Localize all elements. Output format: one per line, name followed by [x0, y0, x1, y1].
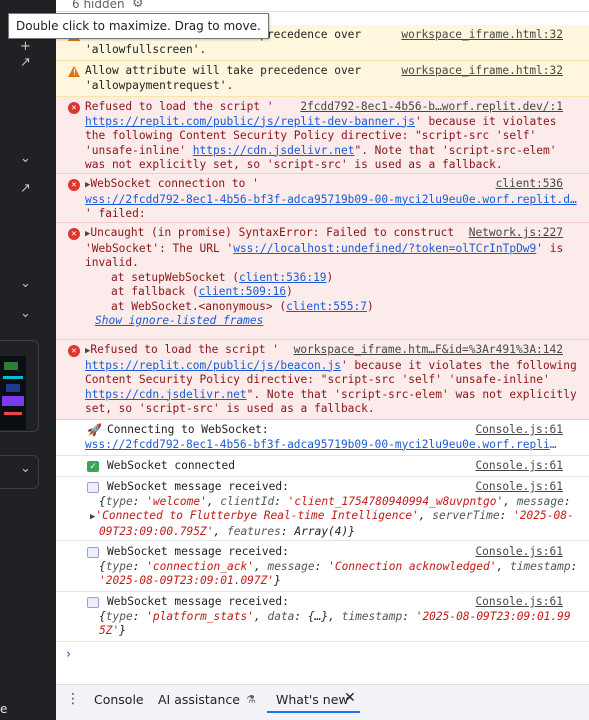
- source-link[interactable]: Console.js:61: [475, 480, 563, 495]
- source-link[interactable]: Console.js:61: [475, 595, 563, 610]
- stack-link[interactable]: client:509:16: [199, 285, 287, 298]
- hidden-count[interactable]: 6 hidden: [72, 0, 125, 11]
- stack-link[interactable]: client:536:19: [239, 271, 327, 284]
- console-log: WebSocket message received: {type: 'plat…: [56, 592, 589, 642]
- drawer-tabbar: ⋮ Console AI assistance ⚗ What's new ✕: [56, 684, 589, 720]
- console-prompt-chevron-icon[interactable]: ›: [66, 647, 71, 662]
- cdn-link[interactable]: https://cdn.jsdelivr.net: [85, 388, 247, 401]
- chevron-down-icon[interactable]: ⌄: [20, 277, 31, 291]
- console-log: 🚀 Connecting to WebSocket: wss://2fcdd79…: [56, 420, 589, 456]
- object-preview[interactable]: {type: 'connection_ack', message: 'Conne…: [85, 560, 589, 589]
- external-link-icon[interactable]: ↗: [20, 182, 31, 196]
- websocket-url: wss://2fcdd792-8ec1-4b56-bf3f-adca95719b…: [85, 437, 559, 451]
- tooltip: Double click to maximize. Drag to move.: [8, 13, 269, 39]
- envelope-icon: [87, 597, 99, 608]
- left-sidebar: + ↗ ⌄ ↗ ⌄ ⌄ ⌄ e: [0, 0, 56, 720]
- source-link[interactable]: Console.js:61: [475, 459, 563, 474]
- console-log: ✓ WebSocket connected Console.js:61: [56, 456, 589, 477]
- source-link[interactable]: 2fcdd792-8ec1-4b56-b…worf.replit.dev/:1: [300, 100, 563, 115]
- error-icon: ✕: [68, 345, 80, 357]
- console-error: ✕ ▶Refused to load the script ' https://…: [56, 340, 589, 420]
- script-url-link[interactable]: https://replit.com/public/js/replit-dev-…: [85, 115, 415, 128]
- more-options-icon[interactable]: ⋮: [66, 691, 80, 707]
- tab-ai-assistance[interactable]: AI assistance: [158, 692, 240, 707]
- console-log: WebSocket message received: {type: 'conn…: [56, 542, 589, 592]
- active-tab-indicator: [267, 711, 360, 713]
- console-panel: 6 hidden ⚙ ! Allow attribute will take p…: [56, 0, 589, 720]
- error-icon: ✕: [68, 179, 80, 191]
- console-error: ✕ Refused to load the script ' https://r…: [56, 97, 589, 174]
- warning-icon: !: [68, 66, 80, 77]
- websocket-url-link[interactable]: wss://2fcdd792-8ec1-4b56-bf3f-adca95719b…: [85, 193, 577, 206]
- object-preview[interactable]: {type: 'platform_stats', data: {…}, time…: [85, 610, 589, 639]
- close-tab-icon[interactable]: ✕: [344, 690, 356, 706]
- source-link[interactable]: workspace_iframe.html:32: [401, 64, 563, 79]
- chevron-down-icon[interactable]: ⌄: [20, 462, 31, 476]
- source-link[interactable]: Console.js:61: [475, 423, 563, 438]
- source-link[interactable]: Console.js:61: [475, 545, 563, 560]
- error-icon: ✕: [68, 102, 80, 114]
- source-link[interactable]: client:536: [496, 177, 563, 192]
- tab-console[interactable]: Console: [94, 692, 144, 707]
- chevron-down-icon[interactable]: ⌄: [20, 152, 31, 166]
- source-link[interactable]: workspace_iframe.htm…F&id=%3Ar491%3A:142: [294, 343, 563, 358]
- flask-icon: ⚗: [246, 693, 256, 706]
- plus-icon[interactable]: +: [20, 40, 31, 54]
- error-icon: ✕: [68, 228, 80, 240]
- stack-link[interactable]: client:555:7: [286, 300, 367, 313]
- envelope-icon: [87, 547, 99, 558]
- rocket-icon: 🚀: [87, 423, 102, 437]
- console-log: WebSocket message received: {type: 'welc…: [56, 477, 589, 541]
- tab-whats-new[interactable]: What's new: [276, 692, 349, 707]
- chevron-down-icon[interactable]: ⌄: [20, 307, 31, 321]
- collapse-arrow-icon[interactable]: ↗: [20, 56, 31, 70]
- object-preview[interactable]: {type: 'welcome', clientId: 'client_1754…: [85, 495, 589, 540]
- cdn-link[interactable]: https://cdn.jsdelivr.net: [193, 144, 355, 157]
- check-icon: ✓: [87, 461, 99, 472]
- script-url-link[interactable]: https://replit.com/public/js/beacon.js: [85, 359, 341, 372]
- source-link[interactable]: workspace_iframe.html:32: [401, 28, 563, 43]
- console-toolbar: 6 hidden ⚙: [56, 0, 589, 12]
- console-error: ✕ ▶WebSocket connection to ' wss://2fcdd…: [56, 174, 589, 223]
- left-bottom-text: e: [0, 702, 8, 716]
- message-text: ▶Uncaught (in promise) SyntaxError: Fail…: [85, 226, 564, 327]
- show-ignore-listed-link[interactable]: Show ignore-listed frames: [85, 314, 263, 327]
- source-link[interactable]: Network.js:227: [469, 226, 563, 241]
- envelope-icon: [87, 482, 99, 493]
- gear-icon[interactable]: ⚙: [132, 0, 144, 11]
- localhost-url-link[interactable]: wss://localhost:undefined/?token=olTCrIn…: [233, 242, 536, 255]
- console-error: ✕ ▶Uncaught (in promise) SyntaxError: Fa…: [56, 223, 589, 340]
- preview-thumbnail[interactable]: [0, 356, 26, 430]
- console-warning: ! Allow attribute will take precedence o…: [56, 61, 589, 97]
